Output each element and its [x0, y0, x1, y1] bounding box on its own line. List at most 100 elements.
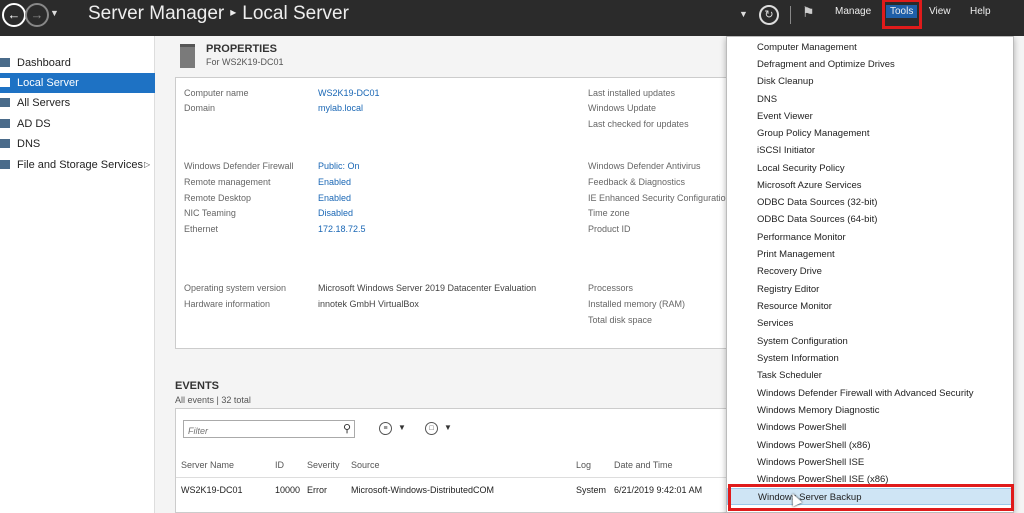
column-header[interactable]: Server Name — [181, 460, 234, 470]
menu-item-iscsi[interactable]: iSCSI Initiator — [727, 142, 1013, 159]
prop-value-remote-mgmt[interactable]: Enabled — [318, 177, 351, 187]
prop-label: Windows Defender Firewall — [184, 161, 294, 171]
column-header[interactable]: Date and Time — [614, 460, 673, 470]
sidebar-item-label: All Servers — [17, 97, 71, 109]
menu-item-system-configuration[interactable]: System Configuration — [727, 333, 1013, 350]
sidebar-item-label: File and Storage Services — [17, 159, 143, 171]
menu-item-powershell[interactable]: Windows PowerShell — [727, 419, 1013, 436]
menu-item-odbc-32[interactable]: ODBC Data Sources (32-bit) — [727, 194, 1013, 211]
sidebar-item-local-server[interactable]: Local Server — [0, 73, 155, 93]
sidebar-item-label: DNS — [17, 138, 41, 150]
properties-heading: PROPERTIES — [206, 43, 277, 55]
menu-item-event-viewer[interactable]: Event Viewer — [727, 108, 1013, 125]
prop-label-right: Windows Update — [588, 103, 657, 113]
sidebar-item-dashboard[interactable]: Dashboard — [0, 53, 155, 73]
chevron-down-icon[interactable]: ▼ — [398, 423, 406, 432]
table-cell: WS2K19-DC01 — [181, 485, 243, 495]
toolbar-divider — [790, 6, 791, 24]
sidebar-item-label: Local Server — [17, 77, 79, 89]
menu-item-group-policy[interactable]: Group Policy Management — [727, 125, 1013, 142]
prop-label-right: Product ID — [588, 224, 631, 234]
menu-item-system-information[interactable]: System Information — [727, 350, 1013, 367]
prop-label-right: IE Enhanced Security Configuratio — [588, 193, 726, 203]
menu-item-firewall-advanced[interactable]: Windows Defender Firewall with Advanced … — [727, 385, 1013, 402]
menu-item-defragment[interactable]: Defragment and Optimize Drives — [727, 56, 1013, 73]
breadcrumb-separator-icon: ▸ — [230, 5, 237, 19]
menu-help[interactable]: Help — [970, 6, 991, 17]
menu-item-recovery-drive[interactable]: Recovery Drive — [727, 263, 1013, 280]
prop-value-ethernet[interactable]: 172.18.72.5 — [318, 224, 366, 234]
sidebar-item-ad-ds[interactable]: AD DS — [0, 114, 155, 134]
sidebar-item-file-storage[interactable]: File and Storage Services ▷ — [0, 155, 155, 175]
column-header[interactable]: Log — [576, 460, 591, 470]
menu-item-performance-monitor[interactable]: Performance Monitor — [727, 229, 1013, 246]
prop-label-right: Windows Defender Antivirus — [588, 161, 701, 171]
prop-value-domain[interactable]: mylab.local — [318, 103, 363, 113]
prop-value-firewall[interactable]: Public: On — [318, 161, 360, 171]
header-divider — [176, 477, 736, 478]
prop-value-computer-name[interactable]: WS2K19-DC01 — [318, 88, 380, 98]
menu-item-azure-services[interactable]: Microsoft Azure Services — [727, 177, 1013, 194]
menu-item-powershell-ise[interactable]: Windows PowerShell ISE — [727, 454, 1013, 471]
save-query-icon[interactable]: □ — [425, 422, 438, 435]
prop-label-right: Feedback & Diagnostics — [588, 177, 686, 187]
notifications-flag-icon[interactable]: ⚑ — [802, 4, 815, 21]
refresh-icon[interactable]: ↻ — [759, 5, 779, 25]
properties-subtitle: For WS2K19-DC01 — [206, 57, 284, 67]
table-cell: System — [576, 485, 607, 495]
menu-item-task-scheduler[interactable]: Task Scheduler — [727, 367, 1013, 384]
column-header[interactable]: Source — [351, 460, 380, 470]
adds-icon — [0, 119, 10, 128]
prop-label-right: Last checked for updates — [588, 119, 689, 129]
sidebar-item-dns[interactable]: DNS — [0, 134, 155, 154]
menu-view[interactable]: View — [929, 6, 951, 17]
menu-manage[interactable]: Manage — [835, 6, 871, 17]
servers-icon — [0, 98, 10, 107]
prop-label: Operating system version — [184, 283, 287, 293]
menu-item-dns[interactable]: DNS — [727, 91, 1013, 108]
refresh-dropdown-icon[interactable]: ▼ — [739, 9, 748, 19]
sidebar-item-label: Dashboard — [17, 57, 71, 69]
menu-item-print-management[interactable]: Print Management — [727, 246, 1013, 263]
menu-item-disk-cleanup[interactable]: Disk Cleanup — [727, 73, 1013, 90]
prop-label-right: Last installed updates — [588, 88, 676, 98]
events-subtitle: All events | 32 total — [175, 395, 251, 405]
table-cell: Error — [307, 485, 327, 495]
menu-item-local-security-policy[interactable]: Local Security Policy — [727, 160, 1013, 177]
menu-item-resource-monitor[interactable]: Resource Monitor — [727, 298, 1013, 315]
expand-arrow-icon[interactable]: ▷ — [144, 155, 150, 175]
prop-value-nic-teaming[interactable]: Disabled — [318, 208, 353, 218]
sidebar-item-all-servers[interactable]: All Servers — [0, 93, 155, 113]
filter-input[interactable] — [184, 423, 334, 439]
properties-panel: Computer name WS2K19-DC01 Domain mylab.l… — [175, 77, 735, 349]
search-icon[interactable]: ⚲ — [343, 422, 351, 435]
list-options-icon[interactable]: ≡ — [379, 422, 392, 435]
prop-label-right: Installed memory (RAM) — [588, 299, 686, 309]
tools-highlight-box — [882, 0, 922, 29]
table-cell: 6/21/2019 9:42:01 AM — [614, 485, 703, 495]
column-header[interactable]: ID — [275, 460, 284, 470]
menu-item-powershell-x86[interactable]: Windows PowerShell (x86) — [727, 437, 1013, 454]
dns-icon — [0, 139, 10, 148]
menu-item-odbc-64[interactable]: ODBC Data Sources (64-bit) — [727, 211, 1013, 228]
breadcrumb: Server Manager ▸ Local Server — [88, 3, 349, 25]
events-heading: EVENTS — [175, 380, 220, 392]
menu-item-memory-diagnostic[interactable]: Windows Memory Diagnostic — [727, 402, 1013, 419]
column-header[interactable]: Severity — [307, 460, 340, 470]
prop-value-remote-desktop[interactable]: Enabled — [318, 193, 351, 203]
backup-highlight-box — [728, 484, 1014, 511]
storage-icon — [0, 160, 10, 169]
tools-menu: Computer Management Defragment and Optim… — [726, 36, 1014, 513]
title-bar: ← → ▼ Server Manager ▸ Local Server ▼ ↻ ⚑ … — [0, 0, 1024, 36]
history-dropdown-icon[interactable]: ▼ — [50, 8, 59, 18]
prop-label: Ethernet — [184, 224, 219, 234]
server-tower-icon — [180, 44, 195, 68]
prop-label: Remote management — [184, 177, 271, 187]
menu-item-services[interactable]: Services — [727, 315, 1013, 332]
forward-arrow-icon[interactable]: → — [25, 3, 49, 27]
menu-item-registry-editor[interactable]: Registry Editor — [727, 281, 1013, 298]
app-title: Server Manager — [88, 3, 225, 24]
menu-item-computer-management[interactable]: Computer Management — [727, 39, 1013, 56]
back-arrow-icon[interactable]: ← — [2, 3, 26, 27]
chevron-down-icon[interactable]: ▼ — [444, 423, 452, 432]
